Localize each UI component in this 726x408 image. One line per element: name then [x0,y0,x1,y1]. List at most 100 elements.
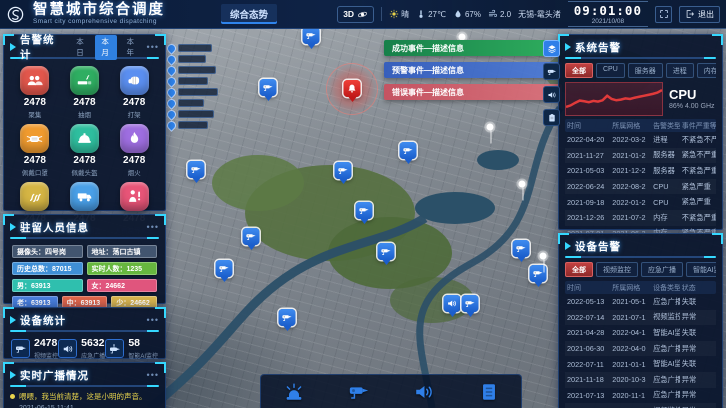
map-cctv-marker[interactable] [378,243,395,260]
system-alarm-table-row[interactable]: 2021-12-262021-07-2内存不紧急严重 [565,210,716,226]
system-alarm-tab-2[interactable]: 服务器 [628,63,663,78]
alarm-stat-item[interactable]: 2478打架 [109,66,159,119]
temperature-value: 27℃ [428,10,446,19]
map-dot-marker[interactable] [487,124,494,131]
system-alarm-table-row[interactable]: 2021-05-032021-12-2服务器不紧急严重 [565,163,716,179]
map-cctv-marker[interactable] [513,240,530,257]
system-alarm-table-row[interactable]: 2021-09-182022-01-2CPU紧急严重 [565,194,716,210]
cctv-icon [191,164,202,175]
map-cctv-marker[interactable] [188,161,205,178]
bottom-device-toolbar [260,374,522,408]
map-poi-label[interactable] [168,121,208,129]
map-poi-label[interactable] [168,88,218,96]
alarm-stats-tab-1[interactable]: 本月 [95,35,117,60]
system-alarm-tab-4[interactable]: 内存 [697,63,716,78]
alarm-stat-item[interactable]: 2478抽烟 [60,66,110,119]
column-header: 告警类型 [651,121,680,131]
alarm-stat-item[interactable]: 2478佩戴口罩 [10,124,60,177]
device-alarm-table-row[interactable]: 2021-04-282022-04-1智能AI监控失联 [565,325,716,341]
map-poi-label[interactable] [168,110,214,118]
device-alarm-tab-3[interactable]: 智能AI监控 [686,262,716,277]
alarm-stat-item[interactable]: 2478佩戴头盔 [60,124,110,177]
device-alarm-tab-0[interactable]: 全部 [565,262,593,277]
system-alarm-tab-1[interactable]: CPU [596,63,625,78]
device-alarm-table-row[interactable]: 2022-05-132021-05-1应急广播失联 [565,294,716,310]
panel-more-button[interactable]: ••• [147,42,159,52]
table-cell: 2022-06-24 [565,182,610,191]
notification-info[interactable]: 预警事件—描述信息› [384,62,562,78]
map-cctv-marker[interactable] [260,79,277,96]
alarm-stat-item[interactable]: 2478烟火 [109,124,159,177]
alarm-stat-item[interactable]: 2478聚集 [10,66,60,119]
system-alarm-table-row[interactable]: 2021-11-272021-01-2服务器紧急不严重 [565,148,716,164]
cctv-icon [219,263,230,274]
map-cctv-marker[interactable] [216,260,233,277]
cctv-icon [338,165,349,176]
fullscreen-button[interactable] [655,6,672,23]
panel-underline [565,57,716,59]
orbit-icon [357,9,368,20]
device-alarm-table-row[interactable]: 2022-07-112021-01-1智能AI监控失联 [565,356,716,372]
device-alarm-tab-2[interactable]: 应急广播 [641,262,683,277]
cctv-icon [533,268,544,279]
broadcast-title: 实时广播情况 [20,368,89,383]
map-cctv-marker[interactable] [400,142,417,159]
map-speaker-marker[interactable] [444,295,461,312]
device-alarm-table-row[interactable]: 2022-07-142021-07-1视频监控异常 [565,310,716,326]
device-stat-item[interactable]: 5632应急广播 [58,338,105,360]
notification-error[interactable]: 错误事件—描述信息› [384,84,562,100]
device-alarm-table-row[interactable]: 2021-06-302022-04-0应急广播异常 [565,341,716,357]
map-cctv-marker[interactable] [303,27,320,44]
device-alarm-tab-1[interactable]: 视频监控 [596,262,638,277]
toolbar-speaker-button[interactable] [411,379,437,405]
map-cctv-marker[interactable] [356,202,373,219]
fist-icon [126,72,143,89]
top-header: 智慧城市综合调度 Smart city comprehensive dispat… [0,0,726,29]
side-tool-cctv-button[interactable] [543,63,560,80]
toolbar-siren-button[interactable] [281,379,307,405]
alarm-stats-tab-0[interactable]: 本日 [70,35,92,60]
device-alarm-table-row[interactable]: 2021-11-182020-10-3应急广播异常 [565,372,716,388]
logout-button[interactable]: 退出 [679,6,720,23]
device-stat-item[interactable]: 58智能AI监控 [105,338,158,360]
map-cctv-marker[interactable] [462,295,479,312]
map-dot-marker[interactable] [519,181,526,188]
panel-more-button[interactable]: ••• [147,370,159,380]
panel-more-button[interactable]: ••• [147,222,159,232]
personnel-pill: 男：63913 [12,279,83,292]
system-alarm-table-row[interactable]: 2022-04-202022-03-2进程不紧急不严重 [565,132,716,148]
device-stat-item[interactable]: 2478视频监控 [11,338,58,360]
table-cell: 2022-04-0 [610,344,651,353]
toolbar-cctv-button[interactable] [346,379,372,405]
map-cctv-marker[interactable] [335,162,352,179]
map-poi-label[interactable] [168,66,216,74]
panel-arrow-icon [10,223,16,231]
map-dot-marker[interactable] [540,253,547,260]
side-tool-speaker-button[interactable] [543,86,560,103]
map-poi-label[interactable] [168,55,206,63]
map-cctv-marker[interactable] [279,309,296,326]
people-icon [20,66,49,95]
map-poi-label[interactable] [168,77,208,85]
side-tool-layers-button[interactable] [543,40,560,57]
system-alarm-table-row[interactable]: 2022-06-242022-08-2CPU紧急严重 [565,179,716,195]
alarm-stats-tab-2[interactable]: 本年 [120,35,142,60]
view-mode-3d-button[interactable]: 3D [337,6,374,23]
table-cell: 2021-12-2 [610,166,651,175]
personnel-pill: 实时人数：1235 [87,262,158,275]
map-cctv-marker[interactable] [243,228,260,245]
system-alarm-tab-3[interactable]: 进程 [666,63,694,78]
device-alarm-table-row[interactable]: 2021-07-132020-11-1应急广播异常 [565,388,716,404]
map-alarm-marker[interactable] [344,80,361,97]
nav-tab-overview[interactable]: 综合态势 [221,4,277,24]
system-alarm-tab-0[interactable]: 全部 [565,63,593,78]
panel-more-button[interactable]: ••• [147,315,159,325]
map-poi-label[interactable] [168,44,212,52]
toolbar-server-button[interactable] [476,379,502,405]
smart-city-dashboard: 智慧城市综合调度 Smart city comprehensive dispat… [0,0,726,408]
side-tool-clipboard-button[interactable] [543,109,560,126]
device-alarm-table-row[interactable]: 2022-02-172020-11-1视频监控异常 [565,403,716,408]
notification-success[interactable]: 成功事件—描述信息› [384,40,562,56]
table-cell: 2021-01-1 [610,360,651,369]
map-poi-label[interactable] [168,99,204,107]
